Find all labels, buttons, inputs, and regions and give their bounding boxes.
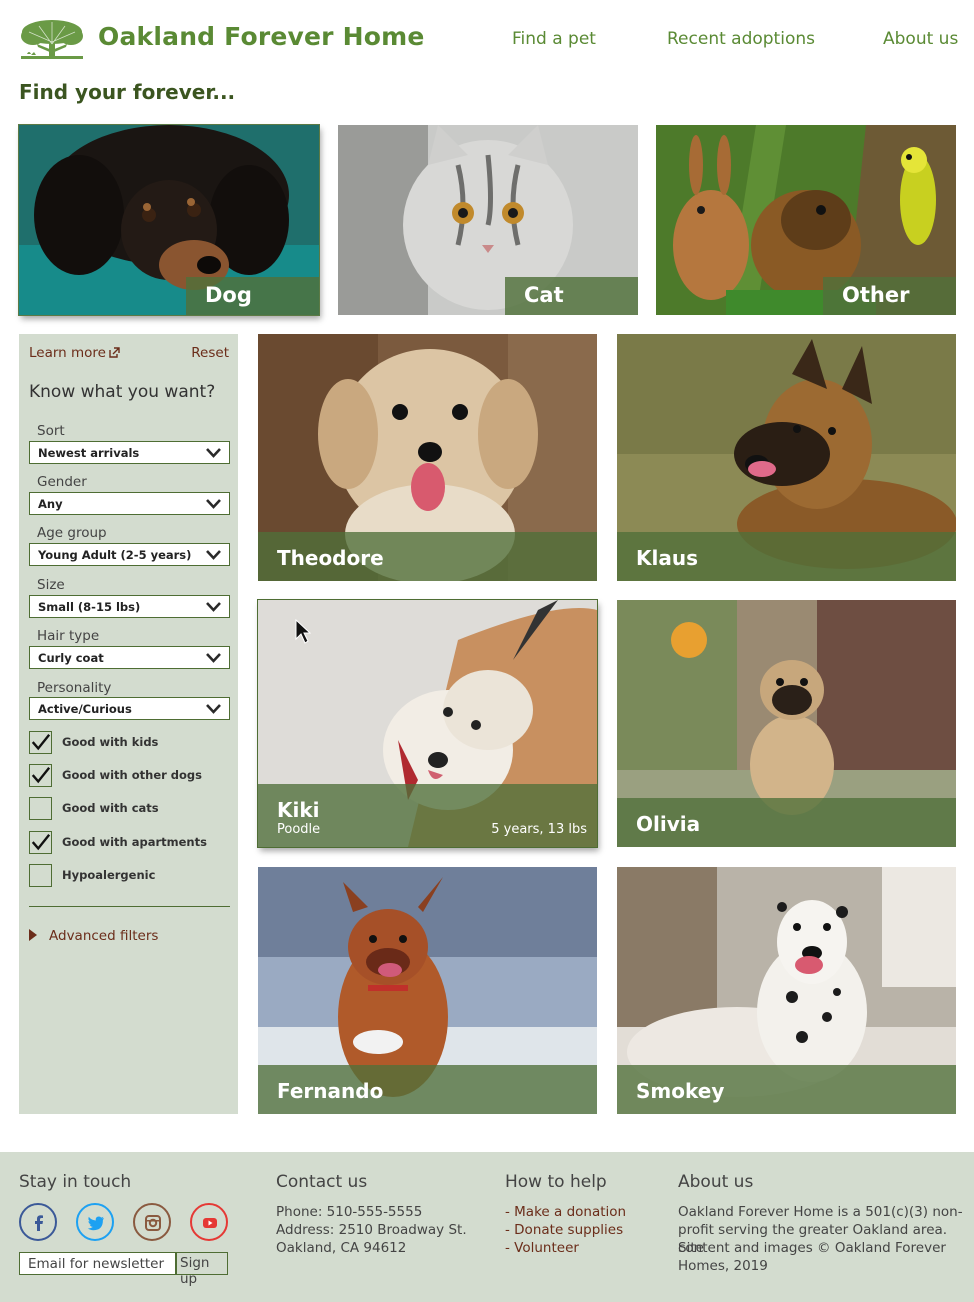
pet-age-weight: 5 years, 13 lbs [491, 822, 587, 837]
expand-triangle-icon [29, 929, 37, 941]
chevron-down-icon [206, 448, 221, 458]
pet-card-olivia[interactable]: Olivia [617, 600, 956, 847]
sort-label: Sort [37, 423, 65, 439]
how-to-help-heading: How to help [505, 1172, 607, 1192]
pet-breed: Poodle [277, 822, 321, 837]
category-tile-other[interactable]: Other [656, 125, 956, 315]
checkbox-good-with-other-dogs[interactable]: Good with other dogs [29, 764, 229, 788]
pet-card-smokey[interactable]: Smokey [617, 867, 956, 1114]
chevron-down-icon [206, 499, 221, 509]
checkbox-good-with-cats[interactable]: Good with cats [29, 797, 229, 821]
nav-recent-adoptions[interactable]: Recent adoptions [667, 29, 815, 49]
learn-more-label: Learn more [29, 345, 106, 361]
instagram-icon[interactable] [133, 1203, 171, 1241]
chevron-down-icon [206, 653, 221, 663]
checkbox-label: Good with other dogs [62, 768, 202, 782]
site-footer: Stay in touch Sign up Contact us Phone: … [0, 1152, 974, 1302]
contact-address-line-2: Oakland, CA 94612 [276, 1240, 407, 1256]
checkbox-good-with-apartments[interactable]: Good with apartments [29, 831, 229, 855]
youtube-icon[interactable] [190, 1203, 228, 1241]
about-heading: About us [678, 1172, 754, 1192]
pet-card-klaus[interactable]: Klaus [617, 334, 956, 581]
gender-select[interactable]: Any [29, 492, 230, 515]
pet-name: Fernando [277, 1079, 384, 1103]
sort-value: Newest arrivals [38, 446, 140, 460]
donate-supplies-link[interactable]: - Donate supplies [505, 1222, 623, 1238]
hair-type-label: Hair type [37, 628, 100, 644]
gender-value: Any [38, 497, 63, 511]
checkbox-label: Good with kids [62, 735, 159, 749]
age-group-value: Young Adult (2-5 years) [38, 548, 192, 562]
pet-name: Smokey [636, 1079, 725, 1103]
mouse-pointer-icon [295, 619, 311, 644]
checkbox-box[interactable] [29, 797, 52, 820]
checkbox-label: Hypoalergenic [62, 868, 156, 882]
sort-select[interactable]: Newest arrivals [29, 441, 230, 464]
personality-label: Personality [37, 680, 112, 696]
size-label: Size [37, 577, 65, 593]
size-value: Small (8-15 lbs) [38, 600, 141, 614]
pet-card-theodore[interactable]: Theodore [258, 334, 597, 581]
checkbox-box[interactable] [29, 764, 52, 787]
about-text-line-4: Homes, 2019 [678, 1258, 768, 1274]
checkbox-hypoalergenic[interactable]: Hypoalergenic [29, 864, 229, 888]
checkbox-box[interactable] [29, 731, 52, 754]
checkbox-good-with-kids[interactable]: Good with kids [29, 731, 229, 755]
contact-phone: Phone: 510-555-5555 [276, 1204, 423, 1220]
category-label-other: Other [823, 277, 956, 315]
site-header: Oakland Forever Home Find a pet Recent a… [0, 0, 974, 80]
filter-sidebar: Learn more Reset Know what you want? Sor… [19, 334, 238, 1114]
personality-value: Active/Curious [38, 702, 132, 716]
pet-card-fernando[interactable]: Fernando [258, 867, 597, 1114]
nav-about-us[interactable]: About us [883, 29, 958, 49]
twitter-icon[interactable] [76, 1203, 114, 1241]
size-select[interactable]: Small (8-15 lbs) [29, 595, 230, 618]
chevron-down-icon [206, 704, 221, 714]
gender-label: Gender [37, 474, 87, 490]
about-text-line-3: content and images © Oakland Forever [678, 1240, 946, 1256]
category-label-cat: Cat [505, 277, 638, 315]
pet-name: Theodore [277, 546, 384, 570]
sidebar-divider [29, 906, 230, 907]
nav-find-a-pet[interactable]: Find a pet [512, 29, 596, 49]
age-group-label: Age group [37, 525, 107, 541]
checkmark-icon [31, 766, 51, 784]
oak-tree-logo-icon[interactable] [19, 18, 85, 60]
learn-more-link[interactable]: Learn more [29, 345, 120, 361]
checkmark-icon [31, 833, 51, 851]
signup-button[interactable]: Sign up [176, 1252, 228, 1287]
category-tile-dog[interactable]: Dog [19, 125, 319, 315]
pet-name: Olivia [636, 812, 701, 836]
volunteer-link[interactable]: - Volunteer [505, 1240, 579, 1256]
chevron-down-icon [206, 602, 221, 612]
age-group-select[interactable]: Young Adult (2-5 years) [29, 543, 230, 566]
external-link-icon [109, 347, 120, 358]
chevron-down-icon [206, 550, 221, 560]
pet-name: Kiki [277, 798, 320, 822]
reset-button[interactable]: Reset [191, 345, 229, 361]
filter-panel-title: Know what you want? [29, 382, 216, 402]
page-title: Find your forever... [19, 80, 236, 104]
checkbox-label: Good with apartments [62, 835, 207, 849]
advanced-filters-toggle[interactable]: Advanced filters [29, 928, 158, 944]
make-donation-link[interactable]: - Make a donation [505, 1204, 626, 1220]
hair-type-select[interactable]: Curly coat [29, 646, 230, 669]
advanced-filters-label: Advanced filters [49, 928, 159, 944]
site-title[interactable]: Oakland Forever Home [98, 22, 425, 51]
checkmark-icon [31, 733, 51, 751]
stay-in-touch-heading: Stay in touch [19, 1172, 132, 1192]
checkbox-label: Good with cats [62, 801, 159, 815]
newsletter-email-input[interactable] [19, 1252, 176, 1275]
pet-name: Klaus [636, 546, 698, 570]
contact-heading: Contact us [276, 1172, 368, 1192]
category-tile-cat[interactable]: Cat [338, 125, 638, 315]
checkbox-box[interactable] [29, 864, 52, 887]
category-label-dog: Dog [186, 277, 319, 315]
facebook-icon[interactable] [19, 1203, 57, 1241]
hair-type-value: Curly coat [38, 651, 104, 665]
contact-address-line-1: Address: 2510 Broadway St. [276, 1222, 467, 1238]
personality-select[interactable]: Active/Curious [29, 697, 230, 720]
about-text-line-1: Oakland Forever Home is a 501(c)(3) non- [678, 1204, 963, 1220]
checkbox-box[interactable] [29, 831, 52, 854]
